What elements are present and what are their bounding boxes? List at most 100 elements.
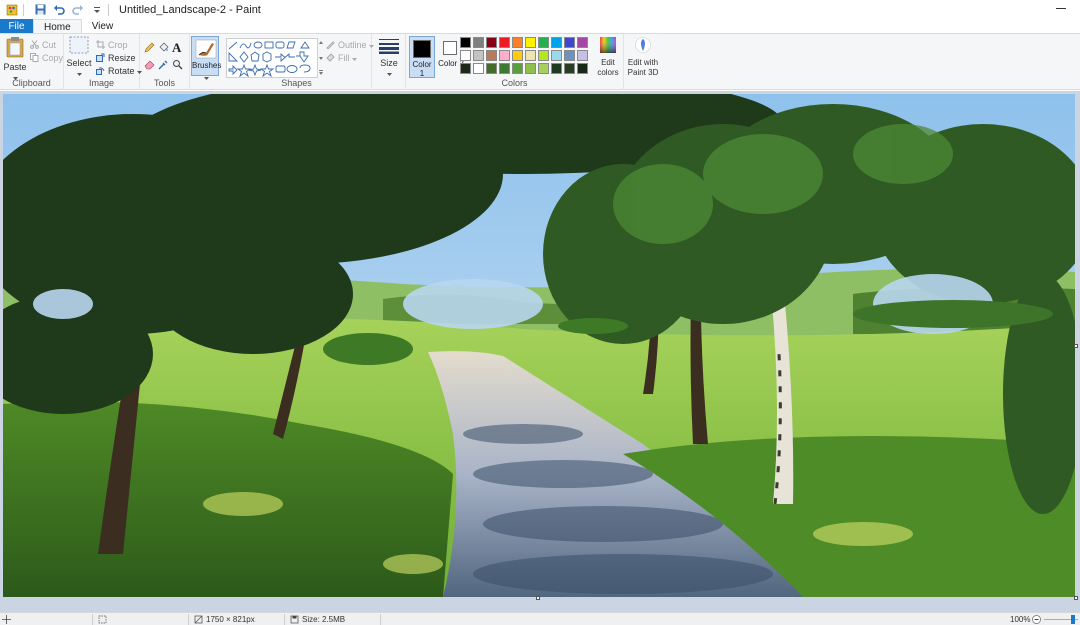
canvas-resize-handle-corner[interactable] — [1074, 596, 1078, 600]
tools-group-label: Tools — [153, 78, 175, 88]
color-swatch[interactable] — [499, 50, 510, 61]
color-swatch[interactable] — [525, 37, 536, 48]
ribbon: Paste Cut Copy Clipboard Select Crop Res… — [0, 33, 1080, 90]
line-width-icon — [378, 36, 400, 56]
color-picker-icon[interactable] — [158, 59, 169, 73]
color-swatch[interactable] — [499, 37, 510, 48]
color-swatch[interactable] — [551, 63, 562, 74]
paste-label: Paste — [3, 62, 27, 72]
save-icon[interactable] — [33, 3, 47, 17]
resize-icon — [96, 53, 108, 64]
copy-button[interactable]: Copy — [30, 52, 63, 64]
tab-file[interactable]: File — [0, 19, 33, 34]
brush-icon — [195, 39, 217, 62]
color-swatch[interactable] — [525, 50, 536, 61]
minimize-button[interactable] — [1056, 3, 1066, 15]
size-label: Size — [380, 58, 398, 68]
copy-icon — [30, 52, 42, 64]
color-swatch[interactable] — [512, 63, 523, 74]
color-swatch[interactable] — [538, 50, 549, 61]
clipboard-group-label: Clipboard — [12, 78, 51, 88]
color-swatch[interactable] — [577, 63, 588, 74]
color-swatch[interactable] — [473, 63, 484, 74]
eraser-icon[interactable] — [144, 59, 155, 73]
color-swatch[interactable] — [512, 37, 523, 48]
resize-label: Resize — [108, 53, 136, 63]
color-swatch[interactable] — [512, 50, 523, 61]
color-swatch[interactable] — [499, 63, 510, 74]
edit-with-paint3d-button[interactable]: Edit with Paint 3D — [627, 36, 659, 78]
size-button[interactable]: Size — [377, 36, 401, 78]
status-separator — [380, 614, 381, 625]
color-swatch[interactable] — [577, 37, 588, 48]
color-swatch[interactable] — [486, 50, 497, 61]
fill-button[interactable]: Fill — [326, 52, 360, 64]
paint3d-group: Edit with Paint 3D — [624, 34, 660, 90]
drawing-canvas[interactable] — [3, 94, 1075, 597]
select-dropdown-icon[interactable] — [76, 68, 82, 78]
landscape-painting — [3, 94, 1075, 597]
color-swatch[interactable] — [538, 37, 549, 48]
customize-quick-access-icon[interactable] — [90, 3, 104, 17]
rotate-button[interactable]: Rotate — [96, 65, 145, 77]
color1-label: Color 1 — [412, 60, 432, 78]
color1-button[interactable]: Color 1 — [409, 36, 435, 78]
outline-label: Outline — [338, 40, 367, 50]
magnifier-icon[interactable] — [172, 59, 183, 73]
color-swatch[interactable] — [538, 63, 549, 74]
color-swatch[interactable] — [577, 50, 588, 61]
redo-icon[interactable] — [71, 3, 85, 17]
file-size: Size: 2.5MB — [290, 614, 345, 625]
edit-colors-label: Edit colors — [597, 58, 619, 77]
shapes-gallery[interactable] — [226, 38, 318, 78]
brushes-button[interactable]: Brushes — [191, 36, 221, 80]
status-separator — [92, 614, 93, 625]
select-button[interactable]: Select — [66, 36, 92, 78]
color-wheel-icon — [599, 36, 617, 56]
color-swatch[interactable] — [551, 50, 562, 61]
undo-icon[interactable] — [52, 3, 66, 17]
fill-icon — [326, 52, 338, 64]
outline-button[interactable]: Outline — [326, 39, 377, 51]
ribbon-tabs: File Home View — [0, 19, 1080, 34]
color-swatch[interactable] — [564, 63, 575, 74]
canvas-resize-handle-right[interactable] — [1074, 344, 1078, 348]
select-rectangle-icon — [69, 36, 89, 56]
zoom-slider[interactable] — [1044, 614, 1078, 625]
rotate-label: Rotate — [108, 66, 135, 76]
color-swatch[interactable] — [473, 50, 484, 61]
color-swatch[interactable] — [551, 37, 562, 48]
zoom-out-button[interactable] — [1032, 614, 1041, 625]
tab-view[interactable]: View — [82, 19, 124, 34]
color-swatch[interactable] — [486, 63, 497, 74]
paste-button[interactable]: Paste — [3, 36, 27, 82]
color-swatch[interactable] — [564, 50, 575, 61]
selection-size-icon — [98, 614, 107, 625]
cut-button[interactable]: Cut — [30, 39, 56, 51]
fill-bucket-icon[interactable] — [158, 42, 169, 56]
text-tool-icon[interactable]: A — [172, 40, 181, 56]
status-separator — [188, 614, 189, 625]
color-swatch[interactable] — [460, 37, 471, 48]
resize-button[interactable]: Resize — [96, 52, 136, 64]
select-label: Select — [66, 58, 92, 68]
paint-app-icon — [5, 3, 19, 17]
color-swatch[interactable] — [486, 37, 497, 48]
crop-button[interactable]: Crop — [96, 39, 128, 51]
size-dropdown-icon — [386, 68, 392, 78]
image-dimensions-text: 1750 × 821px — [206, 615, 255, 624]
color-swatch[interactable] — [473, 37, 484, 48]
color-swatch[interactable] — [460, 63, 471, 74]
color-swatch[interactable] — [564, 37, 575, 48]
shapes-scroller[interactable] — [318, 38, 324, 78]
window-title: Untitled_Landscape-2 - Paint — [119, 3, 261, 16]
color-swatch[interactable] — [525, 63, 536, 74]
edit-colors-button[interactable]: Edit colors — [596, 36, 620, 78]
canvas-resize-handle-bottom[interactable] — [536, 596, 540, 600]
tab-home[interactable]: Home — [33, 19, 82, 34]
color-swatch[interactable] — [460, 50, 471, 61]
color1-swatch — [413, 40, 431, 58]
cursor-position-icon — [2, 614, 11, 625]
disk-icon — [290, 615, 299, 624]
pencil-icon[interactable] — [144, 42, 155, 56]
